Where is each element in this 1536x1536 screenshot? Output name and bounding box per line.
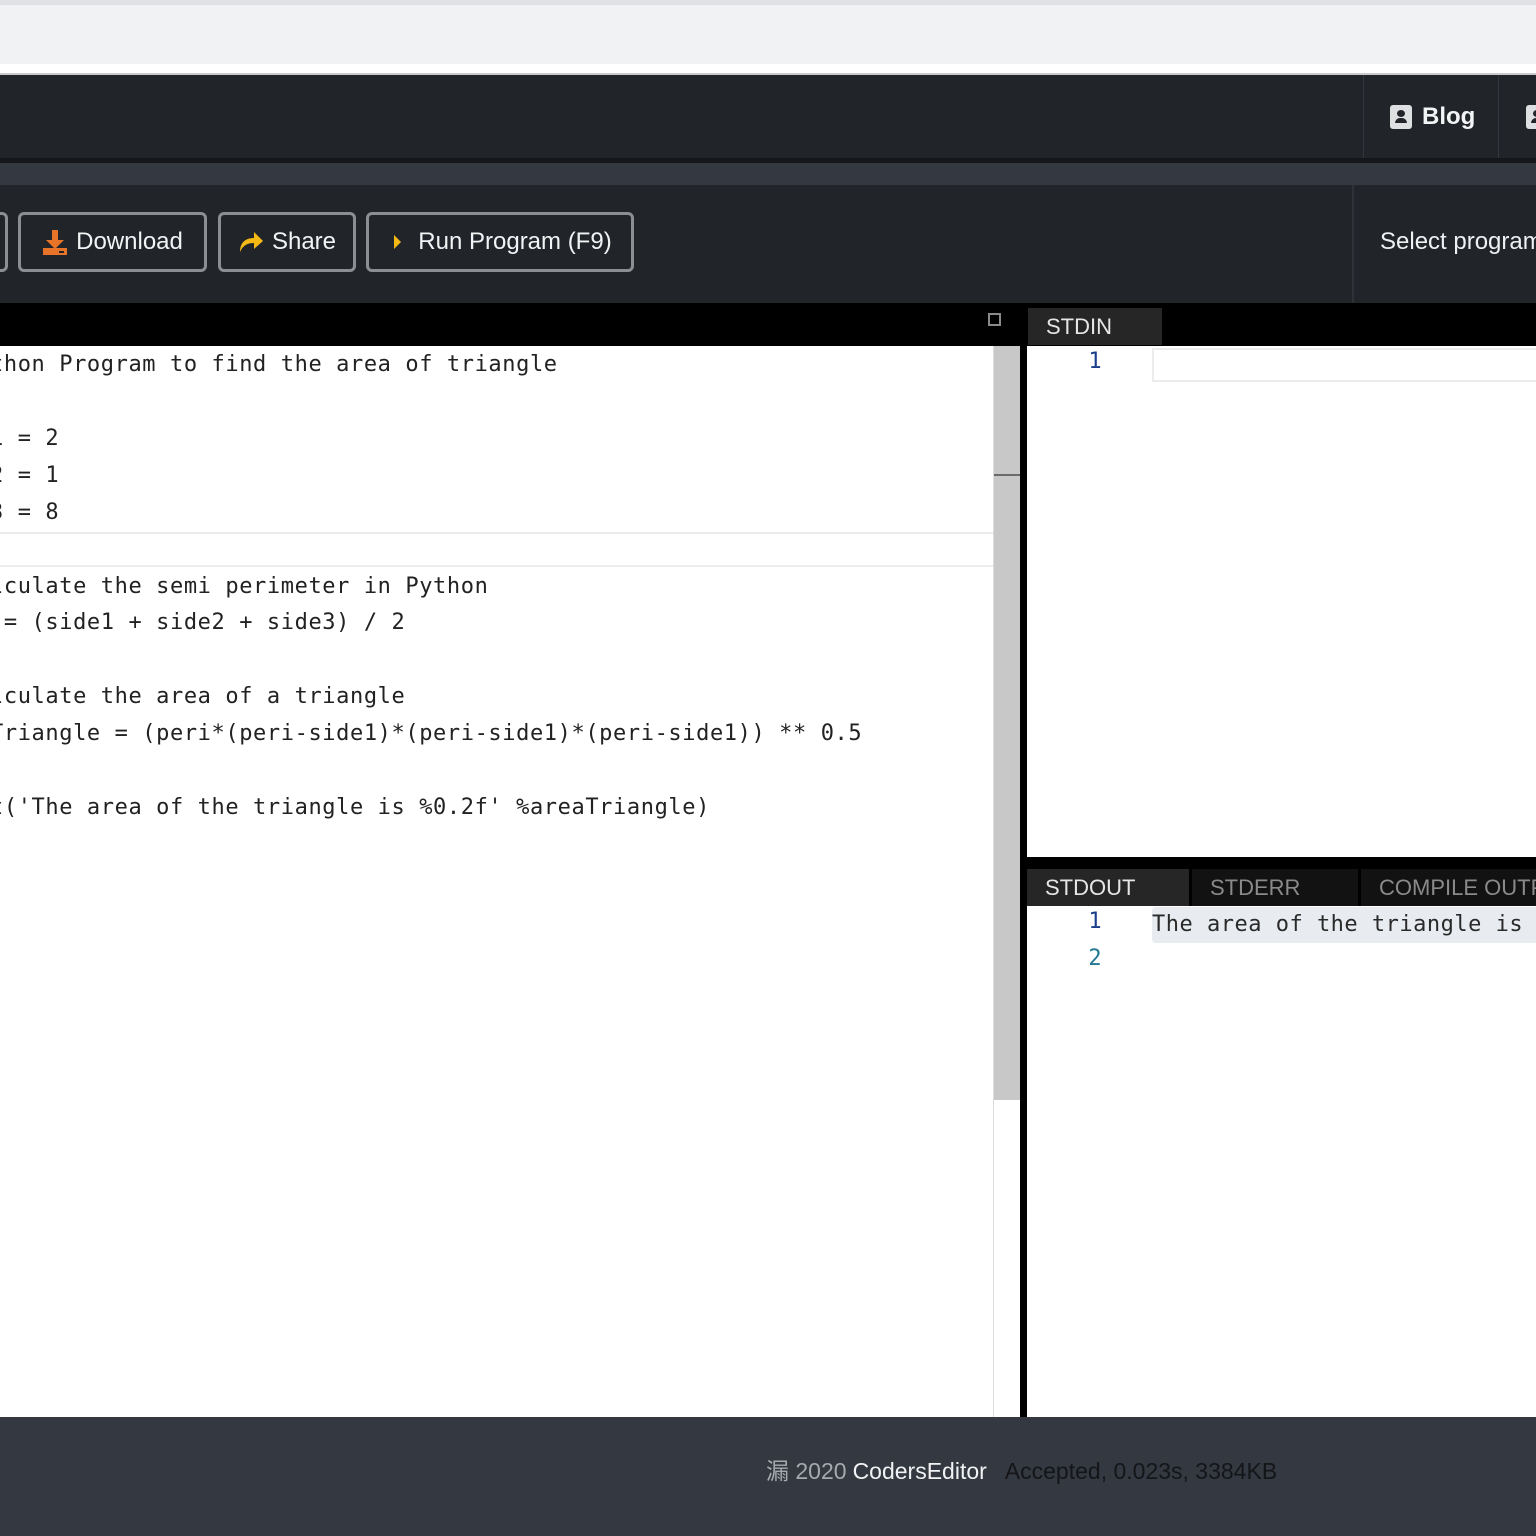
stdout-line: The area of the triangle is <box>1152 907 1536 943</box>
line-number: 2 <box>1088 946 1102 971</box>
share-arrow-icon <box>239 232 263 252</box>
download-icon <box>43 230 68 255</box>
editor-header <box>0 303 1022 346</box>
code-line: 1 = 2 <box>0 426 60 451</box>
run-program-button[interactable]: Run Program (F9) <box>366 212 634 272</box>
editor-scrollbar-thumb[interactable] <box>994 346 1020 1100</box>
active-line-highlight <box>0 532 1018 567</box>
footer-copyright: 漏 2020 <box>766 1458 847 1484</box>
run-status: Accepted, 0.023s, 3384KB <box>1004 1458 1278 1484</box>
code-line: lculate the semi perimeter in Python <box>0 574 489 599</box>
tab-compile-output[interactable]: COMPILE OUTPUT <box>1361 869 1536 906</box>
pane-splitter[interactable] <box>1020 303 1027 1417</box>
play-icon <box>394 235 402 249</box>
nav-item-label: Blog <box>1422 102 1476 130</box>
line-number: 1 <box>1088 909 1102 934</box>
tab-stdin[interactable]: STDIN <box>1028 308 1162 345</box>
maximize-icon[interactable] <box>988 313 1001 326</box>
navbar <box>0 75 1536 158</box>
toolbar-button-partial[interactable] <box>0 212 8 272</box>
code-line: lculate the area of a triangle <box>0 684 406 709</box>
browser-toolbar <box>0 5 1536 64</box>
toolbar-divider <box>1352 185 1354 303</box>
nav-item-blog[interactable]: Blog <box>1376 75 1489 158</box>
code-line: 3 = 8 <box>0 500 60 525</box>
code-line: 2 = 1 <box>0 463 60 488</box>
download-label: Download <box>76 228 183 255</box>
nav-item-next[interactable] <box>1512 75 1536 158</box>
navbar-divider <box>1498 75 1499 158</box>
tab-stderr[interactable]: STDERR <box>1192 869 1358 906</box>
contact-book-icon <box>1390 104 1412 129</box>
code-line: = (side1 + side2 + side3) / 2 <box>0 610 406 635</box>
code-editor[interactable]: thon Program to find the area of triangl… <box>0 346 993 1417</box>
navbar-divider <box>1363 75 1364 158</box>
download-button[interactable]: Download <box>18 212 207 272</box>
code-line: t('The area of the triangle is %0.2f' %a… <box>0 795 710 820</box>
share-label: Share <box>271 228 337 255</box>
stdin-input-line[interactable] <box>1152 348 1536 382</box>
scrollbar-cursor-marker <box>994 474 1020 476</box>
line-number: 1 <box>1088 349 1102 374</box>
stdin-editor[interactable] <box>1027 346 1536 857</box>
tab-stdout[interactable]: STDOUT <box>1027 869 1189 906</box>
code-line: Triangle = (peri*(peri-side1)*(peri-side… <box>0 721 863 746</box>
share-button[interactable]: Share <box>218 212 356 272</box>
select-program-dropdown[interactable]: Select program <box>1380 228 1536 256</box>
output-splitter[interactable] <box>1027 857 1536 868</box>
stdout-panel <box>1027 906 1536 1417</box>
footer-brand-link[interactable]: CodersEditor <box>853 1458 987 1485</box>
run-program-label: Run Program (F9) <box>418 228 612 255</box>
page-top-gap <box>0 64 1536 73</box>
contact-book-icon <box>1526 104 1536 129</box>
code-line: thon Program to find the area of triangl… <box>0 352 558 377</box>
sub-header-band <box>0 163 1536 185</box>
footer-content: 漏 2020 CodersEditor Accepted, 0.023s, 33… <box>766 1452 1277 1486</box>
